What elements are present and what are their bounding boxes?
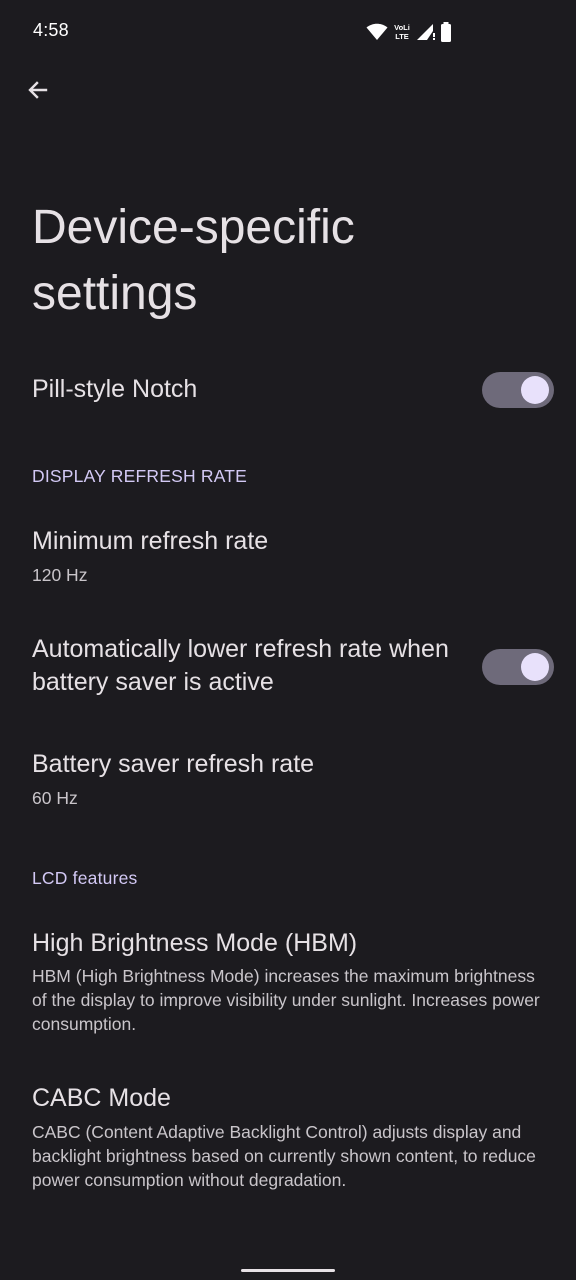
minimum-refresh-rate-value: 120 Hz xyxy=(32,565,88,585)
pill-notch-label: Pill-style Notch xyxy=(32,375,198,403)
switch-thumb xyxy=(521,376,549,404)
navigation-handle[interactable] xyxy=(241,1269,335,1272)
hbm-row[interactable]: High Brightness Mode (HBM) HBM (High Bri… xyxy=(0,910,576,1050)
volte-icon: VoLi LTE xyxy=(394,23,410,41)
arrow-back-icon xyxy=(28,81,48,99)
back-button[interactable] xyxy=(20,72,56,108)
pill-notch-switch[interactable] xyxy=(482,372,554,408)
battery-saver-refresh-rate-value: 60 Hz xyxy=(32,788,78,808)
status-icons: VoLi LTE xyxy=(366,20,452,44)
svg-text:LTE: LTE xyxy=(395,32,409,41)
auto-lower-refresh-label: Automatically lower refresh rate when ba… xyxy=(32,635,449,696)
display-refresh-rate-header: DISPLAY REFRESH RATE xyxy=(32,466,248,486)
svg-text:VoLi: VoLi xyxy=(394,23,410,32)
battery-saver-refresh-rate-row[interactable]: Battery saver refresh rate 60 Hz xyxy=(0,730,576,830)
auto-lower-refresh-row[interactable]: Automatically lower refresh rate when ba… xyxy=(0,615,576,720)
cabc-summary: CABC (Content Adaptive Backlight Control… xyxy=(32,1122,536,1190)
cabc-label: CABC Mode xyxy=(32,1084,171,1112)
wifi-icon xyxy=(366,23,388,40)
page-title: Device-specific settings xyxy=(32,201,355,320)
pill-notch-row[interactable]: Pill-style Notch xyxy=(0,350,576,430)
switch-thumb xyxy=(521,653,549,681)
minimum-refresh-rate-row[interactable]: Minimum refresh rate 120 Hz xyxy=(0,505,576,605)
hbm-summary: HBM (High Brightness Mode) increases the… xyxy=(32,966,540,1034)
lcd-features-header: LCD features xyxy=(32,868,138,888)
hbm-label: High Brightness Mode (HBM) xyxy=(32,929,358,957)
auto-lower-refresh-switch[interactable] xyxy=(482,649,554,685)
battery-icon xyxy=(441,22,451,42)
status-time: 4:58 xyxy=(33,20,69,40)
battery-saver-refresh-rate-label: Battery saver refresh rate xyxy=(32,750,315,778)
minimum-refresh-rate-label: Minimum refresh rate xyxy=(32,527,269,555)
cabc-row[interactable]: CABC Mode CABC (Content Adaptive Backlig… xyxy=(0,1065,576,1205)
status-bar: 4:58 VoLi LTE xyxy=(0,0,576,64)
signal-icon xyxy=(417,24,435,40)
